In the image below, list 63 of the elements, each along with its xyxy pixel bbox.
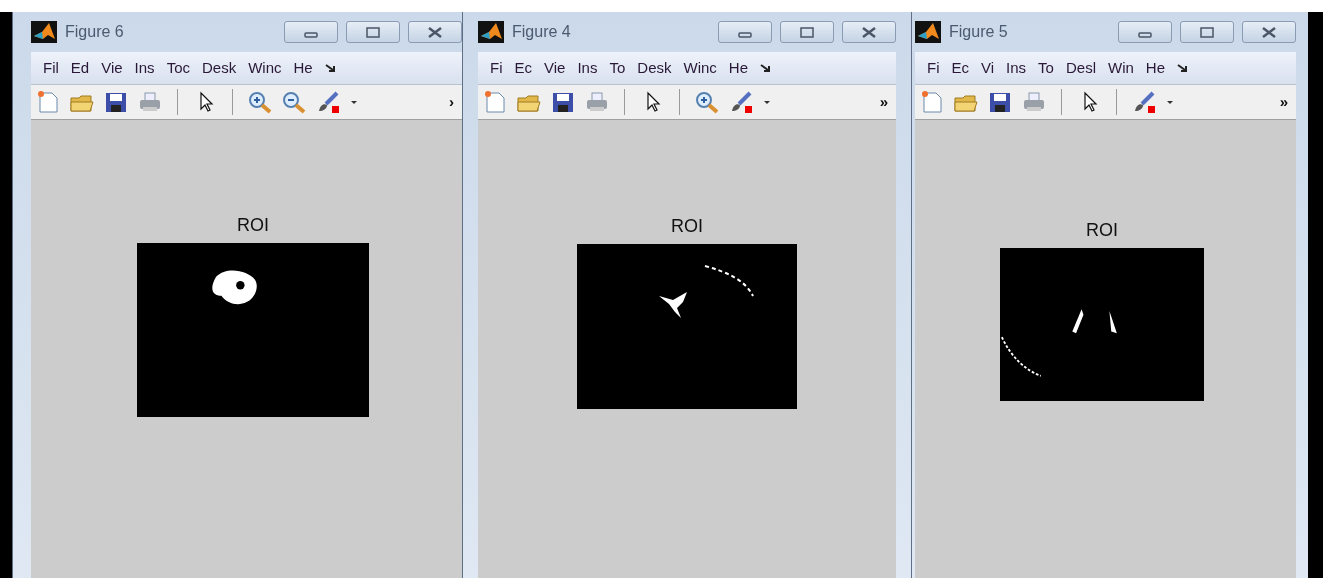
logo-icon [915, 21, 941, 43]
minimize-button[interactable] [718, 21, 772, 43]
menu-item[interactable]: Fi [927, 56, 940, 80]
close-icon [428, 26, 442, 38]
menu-overflow-icon[interactable] [324, 63, 337, 73]
menu-item[interactable]: He [1145, 56, 1165, 80]
window-title: Figure 6 [65, 22, 124, 42]
menu-item[interactable]: He [728, 56, 748, 80]
menu-item[interactable]: Ec [514, 56, 532, 80]
menu-item[interactable]: Winc [248, 56, 282, 80]
menu-item[interactable]: Toc [166, 56, 190, 80]
close-icon [1262, 26, 1276, 38]
menu-overflow-icon[interactable] [760, 63, 772, 73]
window-title: Figure 4 [512, 22, 571, 42]
menu-item[interactable]: Ins [1006, 56, 1027, 80]
minimize-button[interactable] [1118, 21, 1172, 43]
minimize-icon [304, 32, 318, 38]
zoom-in-icon[interactable] [694, 90, 720, 114]
menu-item[interactable]: Ed [70, 56, 90, 80]
menu-item[interactable]: Ins [134, 56, 155, 80]
maximize-button[interactable] [780, 21, 834, 43]
menu-item[interactable]: Fi [490, 56, 503, 80]
toolbar-overflow[interactable]: » [879, 90, 892, 114]
menu-item[interactable]: Desk [201, 56, 237, 80]
close-button[interactable] [1242, 21, 1296, 43]
menu-item[interactable]: Vi [981, 56, 995, 80]
menu-item[interactable]: To [1038, 56, 1054, 80]
plot-title: ROI [1086, 220, 1118, 240]
close-button[interactable] [408, 21, 462, 43]
zoom-in-icon[interactable] [247, 90, 273, 114]
new-file-icon[interactable] [482, 90, 508, 114]
toolbar-overflow[interactable]: › [449, 90, 458, 114]
menu-item[interactable]: Ec [951, 56, 969, 80]
close-button[interactable] [842, 21, 896, 43]
menu-item[interactable]: Vie [544, 56, 566, 80]
maximize-button[interactable] [1180, 21, 1234, 43]
maximize-icon [1200, 26, 1214, 38]
logo-icon [31, 21, 57, 43]
zoom-out-icon[interactable] [281, 90, 307, 114]
close-icon [862, 26, 876, 38]
menu-item[interactable]: Vie [101, 56, 123, 80]
minimize-button[interactable] [284, 21, 338, 43]
new-file-icon[interactable] [919, 90, 945, 114]
menu-item[interactable]: Fil [43, 56, 59, 80]
plot-title: ROI [671, 216, 703, 236]
menu-item[interactable]: Win [1107, 56, 1134, 80]
toolbar-overflow[interactable]: » [1279, 90, 1292, 114]
menu-item[interactable]: Desl [1065, 56, 1096, 80]
menu-item[interactable]: Winc [683, 56, 717, 80]
menu-item[interactable]: Ins [577, 56, 598, 80]
minimize-icon [738, 32, 752, 38]
menu-overflow-icon[interactable] [1177, 63, 1189, 73]
window-title: Figure 5 [949, 22, 1008, 42]
minimize-icon [1138, 32, 1152, 38]
menu-item[interactable]: He [293, 56, 313, 80]
menu-item[interactable]: Desk [637, 56, 672, 80]
logo-icon [478, 21, 504, 43]
menu-item[interactable]: To [609, 56, 626, 80]
plot-title: ROI [237, 215, 269, 235]
new-file-icon[interactable] [35, 90, 61, 114]
maximize-button[interactable] [346, 21, 400, 43]
maximize-icon [366, 26, 380, 38]
maximize-icon [800, 26, 814, 38]
